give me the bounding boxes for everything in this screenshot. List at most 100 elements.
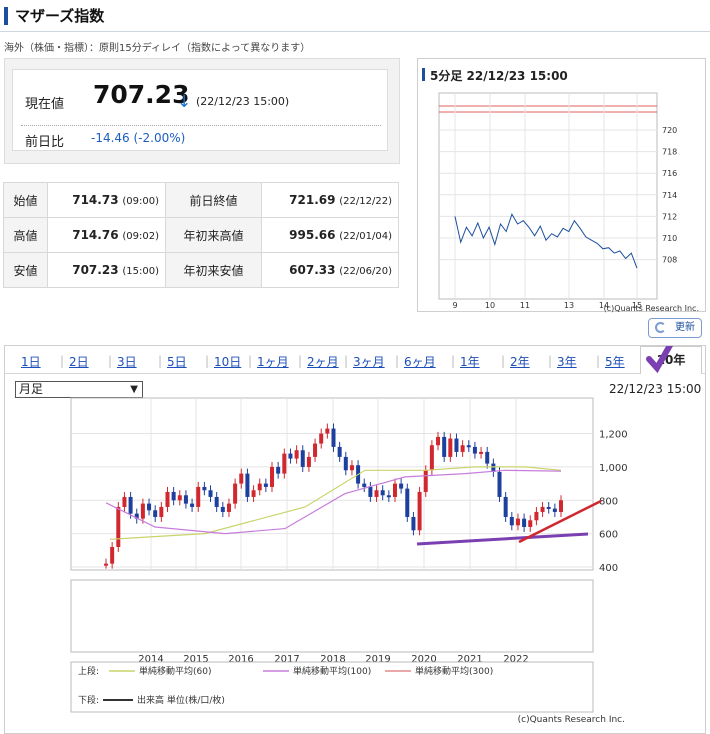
candle-body — [319, 433, 324, 444]
title-accent — [4, 7, 8, 25]
price-y-tick: 1,000 — [599, 463, 628, 474]
candle-body — [214, 496, 219, 507]
candle-body — [171, 491, 176, 501]
mini-y-tick: 712 — [662, 212, 677, 221]
history-chart: 1,2001,0008006004002014 2015 2016 2017 2018 2… — [70, 346, 674, 725]
candle-body — [159, 506, 164, 517]
page-header: マザーズ指数 — [0, 0, 710, 32]
candle-body — [196, 486, 201, 507]
stat-value: 721.69 (22/12/22) — [261, 182, 399, 218]
stat-value: 607.33 (22/06/20) — [261, 252, 399, 288]
mini-credit: (c)Quants Research Inc. — [604, 304, 699, 313]
candle-body — [411, 516, 416, 531]
legend-item: 単純移動平均(60) — [139, 665, 211, 677]
candle-body — [245, 473, 250, 497]
intraday-chart: 7207187167147127107089 10 11 13 14 15(c)Quant… — [438, 92, 699, 313]
mini-y-tick: 718 — [662, 148, 677, 157]
candle-body — [220, 506, 225, 512]
divider — [21, 125, 381, 126]
candle-body — [552, 508, 557, 512]
current-price-box: 現在値 707.23 ↓ (22/12/23 15:00) 前日比 -14.46… — [12, 69, 388, 151]
candle-body — [104, 563, 108, 566]
stat-label: 年初来高値 — [165, 217, 262, 253]
candle-body — [522, 518, 527, 527]
candle-body — [374, 490, 379, 497]
stat-label: 始値 — [3, 182, 48, 218]
candle-body — [153, 510, 158, 517]
candle-body — [110, 546, 115, 564]
mini-plot-frame — [438, 92, 658, 300]
candle-body — [343, 456, 348, 471]
current-price-panel: 現在値 707.23 ↓ (22/12/23 15:00) 前日比 -14.46… — [4, 58, 400, 164]
legend-item: 単純移動平均(300) — [415, 665, 493, 677]
candle-body — [442, 436, 447, 457]
candle-body — [515, 518, 520, 526]
candle-body — [208, 490, 213, 497]
candle-body — [263, 483, 268, 487]
mini-x-tick: 13 — [564, 301, 574, 310]
candle-body — [509, 516, 514, 526]
candle-body — [540, 506, 545, 512]
candle-body — [270, 466, 275, 487]
refresh-button[interactable]: 更新 — [648, 318, 702, 338]
down-arrow-icon: ↓ — [177, 92, 192, 112]
candle-body — [165, 491, 170, 507]
mini-x-tick: 10 — [485, 301, 495, 310]
stats-row: 高値 714.76 (09:02) 年初来高値 995.66 (22/01/04) — [3, 217, 399, 253]
mini-x-tick: 11 — [520, 301, 530, 310]
candle-body — [399, 483, 404, 489]
candle-body — [559, 500, 563, 512]
candle-body — [392, 483, 397, 497]
candle-body — [239, 473, 244, 484]
candle-body — [122, 496, 127, 507]
mini-y-tick: 714 — [662, 191, 677, 200]
refresh-label: 更新 — [675, 322, 695, 333]
stats-row: 始値 714.73 (09:00) 前日終値 721.69 (22/12/22) — [3, 182, 399, 218]
change-label: 前日比 — [25, 135, 65, 150]
price-y-tick: 600 — [599, 530, 618, 541]
candle-body — [349, 465, 354, 471]
intraday-chart-panel: 5分足 22/12/23 15:00 720 718 716 714 712 710 708… — [417, 58, 706, 313]
price-plot-frame — [70, 397, 594, 571]
price-y-tick: 400 — [599, 563, 618, 574]
candle-body — [177, 495, 182, 501]
candle-body — [417, 491, 422, 531]
stat-label: 高値 — [3, 217, 48, 253]
candle-body — [405, 488, 410, 517]
legend-volume: 出来高 単位(株/口/枚) — [137, 694, 225, 706]
price-y-tick: 800 — [599, 496, 618, 507]
candle-body — [226, 503, 231, 512]
price-y-tick: 1,200 — [599, 430, 628, 441]
candle-body — [380, 490, 385, 496]
stat-label: 年初来安値 — [165, 252, 262, 288]
stat-value: 707.23 (15:00) — [47, 252, 166, 288]
stat-value: 995.66 (22/01/04) — [261, 217, 399, 253]
candle-body — [282, 453, 287, 474]
candle-body — [300, 450, 305, 467]
current-price-value: 707.23 — [93, 80, 190, 109]
candle-body — [183, 495, 188, 504]
candle-body — [368, 486, 373, 497]
stats-table: 始値 714.73 (09:00) 前日終値 721.69 (22/12/22) 高値 7… — [3, 182, 399, 288]
candle-body — [485, 451, 490, 464]
candle-body — [429, 445, 434, 471]
volume-plot-frame — [70, 579, 594, 653]
candle-body — [140, 503, 145, 519]
candle-body — [479, 451, 484, 454]
candle-body — [497, 471, 502, 497]
stat-value: 714.73 (09:00) — [47, 182, 166, 218]
change-value: -14.46 (-2.00%) — [91, 131, 186, 145]
legend-item: 単純移動平均(100) — [293, 665, 371, 677]
delay-note: 海外（株価・指標）：原則15分ディレイ（指数によって異なります） — [4, 43, 311, 54]
candle-body — [202, 486, 207, 491]
current-price-time: (22/12/23 15:00) — [196, 95, 290, 108]
candle-body — [546, 506, 551, 509]
current-price-label: 現在値 — [25, 97, 65, 112]
candle-body — [276, 466, 281, 474]
candle-body — [466, 445, 471, 448]
candle-body — [472, 446, 477, 454]
candle-body — [362, 483, 367, 487]
mini-y-tick: 720 — [662, 126, 677, 135]
mini-y-tick: 716 — [662, 169, 677, 178]
refresh-icon — [655, 322, 666, 333]
